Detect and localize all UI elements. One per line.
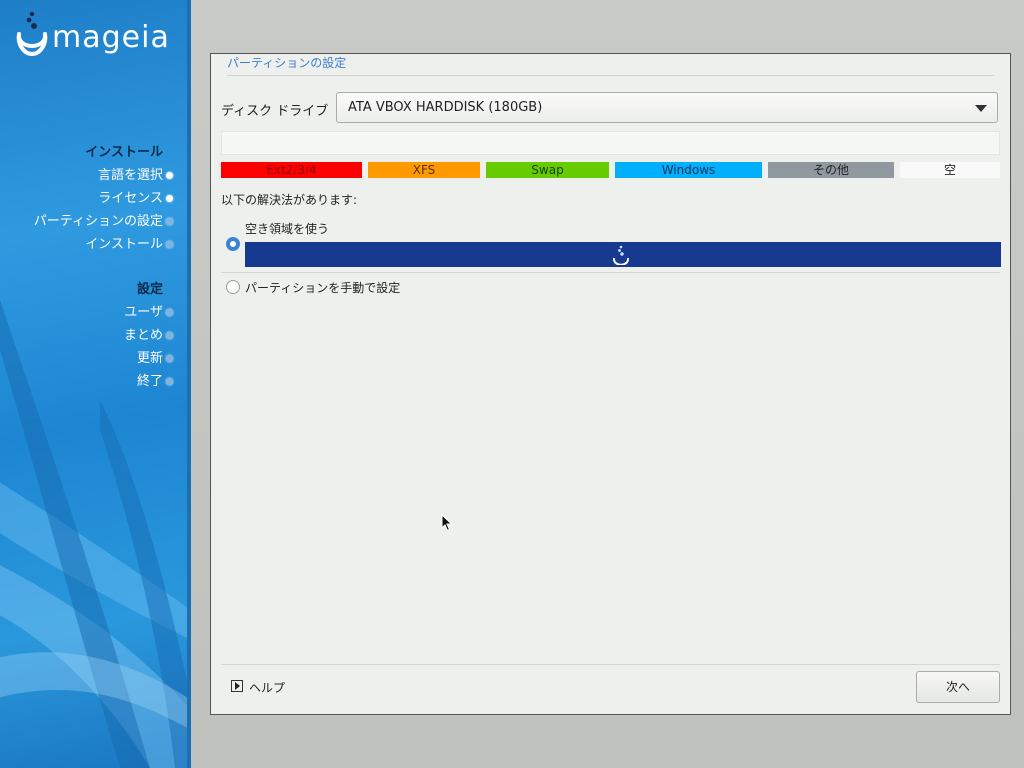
nav-item-updates: 更新 (124, 347, 173, 370)
step-pending-icon (166, 332, 173, 339)
step-current-icon (166, 218, 173, 225)
step-done-icon (166, 172, 173, 179)
nav-item-language: 言語を選択 (34, 164, 173, 187)
nav-group-install: インストール 言語を選択 ライセンス パーティションの設定 インストール (34, 142, 173, 256)
sidebar: mageia インストール 言語を選択 ライセンス パーティションの設定 インス… (0, 0, 191, 768)
option-use-free-space-label[interactable]: 空き領域を使う (245, 220, 329, 237)
footer-divider (221, 664, 1000, 665)
disk-drive-select[interactable]: ATA VBOX HARDDISK (180GB) (336, 92, 998, 123)
mageia-mini-icon (613, 245, 629, 265)
dialog-title: パーティションの設定 (227, 56, 347, 70)
legend-windows: Windows (615, 162, 762, 178)
nav-heading-config: 設定 (136, 282, 163, 297)
disk-drive-label: ディスク ドライブ (221, 104, 329, 119)
nav-item-installation: インストール (34, 233, 173, 256)
partitioning-dialog: パーティションの設定 ディスク ドライブ ATA VBOX HARDDISK (… (210, 53, 1011, 715)
step-done-icon (166, 195, 173, 202)
step-pending-icon (166, 241, 173, 248)
mageia-wordmark: mageia (52, 20, 170, 55)
options-divider (221, 272, 1000, 273)
step-pending-icon (166, 378, 173, 385)
mageia-logo-icon (16, 11, 48, 57)
help-expand-icon[interactable] (231, 680, 243, 692)
next-button[interactable]: 次へ (916, 671, 1000, 703)
nav-group-config: 設定 ユーザ まとめ 更新 終了 (124, 279, 173, 393)
step-pending-icon (166, 309, 173, 316)
disk-partition-map (221, 131, 1000, 155)
option-manual-partition-label[interactable]: パーティションを手動で設定 (245, 279, 400, 296)
legend-ext: Ext2/3/4 (221, 162, 362, 178)
legend-other: その他 (768, 162, 894, 178)
dropdown-arrow-icon (975, 105, 987, 112)
disk-drive-value: ATA VBOX HARDDISK (180GB) (348, 100, 543, 115)
nav-item-partitioning: パーティションの設定 (34, 210, 173, 233)
legend-swap: Swap (486, 162, 609, 178)
free-space-usage-bar (245, 242, 1001, 267)
sidebar-edge (187, 0, 191, 768)
option-use-free-space-radio[interactable] (226, 237, 240, 251)
nav-item-summary: まとめ (124, 324, 173, 347)
nav-item-license: ライセンス (34, 187, 173, 210)
legend-xfs: XFS (368, 162, 480, 178)
nav-heading-install: インストール (85, 145, 163, 160)
solutions-label: 以下の解決法があります: (221, 193, 358, 207)
nav-item-exit: 終了 (124, 370, 173, 393)
mouse-cursor-icon (441, 514, 453, 532)
help-button[interactable]: ヘルプ (249, 679, 285, 696)
nav-item-users: ユーザ (124, 301, 173, 324)
option-manual-partition-radio[interactable] (226, 280, 240, 294)
legend-empty: 空 (900, 162, 1000, 178)
step-pending-icon (166, 355, 173, 362)
title-divider (227, 75, 994, 76)
